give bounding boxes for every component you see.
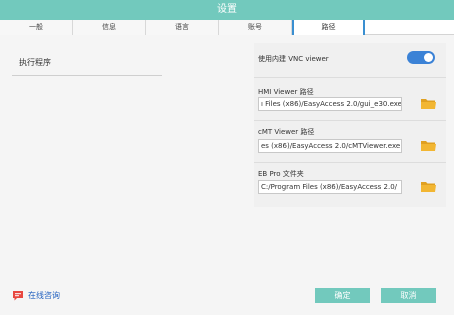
chat-icon — [13, 291, 23, 301]
folder-icon[interactable] — [421, 181, 436, 193]
eb-pro-folder-input[interactable]: C:/Program Files (x86)/EasyAccess 2.0/ — [258, 180, 402, 194]
tab-info[interactable]: 信息 — [73, 20, 146, 35]
tab-path[interactable]: 路径 — [292, 20, 365, 35]
divider — [254, 77, 446, 78]
online-consult-label: 在线咨询 — [28, 291, 60, 300]
folder-icon[interactable] — [421, 140, 436, 152]
hmi-viewer-path-input[interactable]: ı Files (x86)/EasyAccess 2.0/gui_e30.exe — [258, 97, 402, 111]
tab-general[interactable]: 一般 — [0, 20, 73, 35]
divider — [12, 75, 162, 76]
hmi-viewer-path-label: HMI Viewer 路径 — [258, 88, 314, 96]
ok-button[interactable]: 确定 — [315, 288, 370, 303]
divider — [254, 162, 446, 163]
window-title: 设置 — [0, 0, 454, 20]
tab-bar: 一般 信息 语言 账号 路径 — [0, 20, 454, 35]
cancel-button[interactable]: 取消 — [381, 288, 436, 303]
divider — [254, 120, 446, 121]
tab-account[interactable]: 账号 — [219, 20, 292, 35]
folder-icon[interactable] — [421, 98, 436, 110]
program-label: 执行程序 — [19, 58, 51, 67]
cmt-viewer-path-input[interactable]: es (x86)/EasyAccess 2.0/cMTViewer.exe — [258, 139, 402, 153]
vnc-viewer-label: 使用内建 VNC viewer — [258, 55, 329, 63]
tab-language[interactable]: 语言 — [146, 20, 219, 35]
online-consult-link[interactable]: 在线咨询 — [12, 290, 60, 301]
eb-pro-folder-label: EB Pro 文件夹 — [258, 170, 304, 178]
toggle-knob — [424, 53, 433, 62]
cmt-viewer-path-label: cMT Viewer 路径 — [258, 128, 315, 136]
vnc-viewer-toggle[interactable] — [407, 51, 435, 64]
